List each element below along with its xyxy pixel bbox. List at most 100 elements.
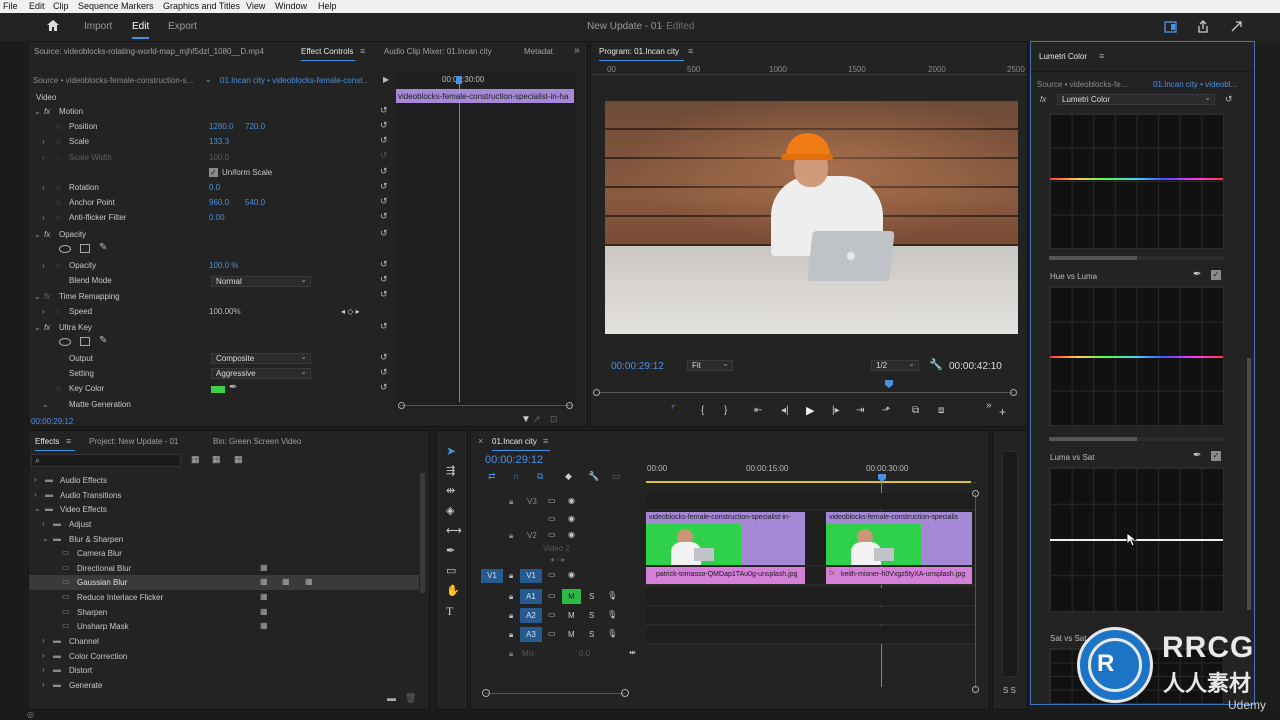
video-frame[interactable]: [605, 101, 1018, 334]
tree-item-adjust[interactable]: › ▬ Adjust: [29, 517, 421, 532]
captions-icon[interactable]: ▭: [612, 471, 621, 482]
program-title[interactable]: Program: 01.Incan city: [599, 47, 679, 56]
scrub-handle-left[interactable]: [593, 389, 600, 396]
timeline-tab[interactable]: 01.Incan city: [492, 437, 537, 446]
tab-source[interactable]: Source: videoblocks-rotating-world-map_m…: [34, 47, 264, 56]
tab-metadata[interactable]: Metadat: [524, 47, 553, 56]
menu-icon[interactable]: ≡: [66, 436, 71, 446]
reset-icon[interactable]: ↺: [1225, 94, 1233, 105]
scrollbar-h[interactable]: [1049, 256, 1224, 260]
scrub-bar[interactable]: [599, 392, 1013, 393]
pen-mask-icon[interactable]: ✎: [99, 335, 107, 346]
pen-tool-icon[interactable]: ✒: [446, 544, 455, 557]
reset-icon[interactable]: ↺: [380, 321, 388, 332]
time-remapping-row[interactable]: ⌄ fx Time Remapping: [29, 289, 394, 304]
solo-labels[interactable]: S S: [1003, 686, 1016, 695]
lumetri-effect-select[interactable]: Lumetri Color: [1057, 93, 1215, 105]
selection-tool-icon[interactable]: ➤: [446, 444, 456, 458]
tree-item-reduce-interlace-flicker[interactable]: ▭ Reduce Interlace Flicker ▦: [29, 590, 421, 605]
menu-icon[interactable]: ≡: [1099, 51, 1104, 61]
vscroll-handle-top[interactable]: [972, 490, 979, 497]
effects-scrollbar[interactable]: [420, 473, 425, 593]
anti-flicker-row[interactable]: › ◌ Anti-flicker Filter 0.00: [29, 210, 394, 225]
extract-icon[interactable]: ⧉: [912, 405, 919, 416]
position-row[interactable]: ◌ Position 1280.0 720.0: [29, 119, 394, 134]
track-a1[interactable]: 🔒︎ A1 ▭ M S 🎙︎: [471, 588, 646, 605]
ellipse-mask-icon[interactable]: [59, 338, 71, 346]
hue-vs-luma-graph[interactable]: [1049, 286, 1224, 426]
lift-icon[interactable]: ⬏: [882, 405, 890, 416]
lane-a3[interactable]: [646, 626, 976, 644]
reset-icon[interactable]: ↺: [380, 367, 388, 378]
timeline-zoom-bar[interactable]: [485, 693, 625, 694]
solo-button-a1[interactable]: S: [589, 592, 594, 601]
track-a3[interactable]: 🔒︎ A3 ▭ M S 🎙︎: [471, 626, 646, 643]
go-to-out-point-icon[interactable]: ⇥: [856, 405, 864, 416]
tree-item-video-effects[interactable]: ⌄ ▬ Video Effects: [29, 502, 421, 517]
rectangle-mask-icon[interactable]: [80, 244, 90, 253]
fullscreen-icon[interactable]: [1230, 20, 1243, 33]
scrub-handle-right[interactable]: [1010, 389, 1017, 396]
eyedropper-icon[interactable]: ✒: [1193, 450, 1201, 461]
luma-vs-sat-checkbox[interactable]: ✓: [1211, 451, 1221, 461]
tab-audio-clip-mixer[interactable]: Audio Clip Mixer: 01.Incan city: [384, 47, 492, 56]
clip-v2-1[interactable]: videoblocks-female-construction-speciali…: [646, 512, 805, 565]
tab-effect-controls[interactable]: Effect Controls: [301, 47, 353, 56]
curve-graph-1[interactable]: [1049, 113, 1224, 249]
reset-icon[interactable]: ↺: [380, 211, 388, 222]
scale-row[interactable]: › ◌ Scale 133.3: [29, 134, 394, 149]
tab-effects[interactable]: Effects: [35, 437, 59, 446]
filter-icon[interactable]: ▼: [521, 414, 531, 425]
eyedropper-icon[interactable]: ✒: [229, 382, 237, 393]
anchor-point-row[interactable]: ◌ Anchor Point 960.0 540.0: [29, 195, 394, 210]
zoom-handle-left[interactable]: [482, 689, 490, 697]
effect-timeline[interactable]: 00:00:30:00 videoblocks-female-construct…: [396, 72, 576, 409]
go-to-in-icon[interactable]: }: [724, 405, 727, 416]
resolution-select[interactable]: 1/2: [871, 359, 919, 371]
menu-icon[interactable]: ≡: [543, 436, 548, 446]
key-color-swatch[interactable]: [211, 386, 225, 393]
step-forward-icon[interactable]: |▸: [832, 405, 840, 416]
type-tool-icon[interactable]: T: [446, 604, 453, 619]
pen-mask-icon[interactable]: ✎: [99, 242, 107, 253]
lane-a2[interactable]: [646, 607, 976, 625]
reset-icon[interactable]: ↺: [380, 181, 388, 192]
yuv-effects-icon[interactable]: ▦: [234, 454, 243, 465]
speed-row[interactable]: › ◌ Speed 100.00% ◂ ◇ ▸: [29, 304, 394, 319]
reset-icon[interactable]: ↺: [380, 135, 388, 146]
program-timecode[interactable]: 00:00:29:12: [611, 361, 664, 372]
scrollbar-h[interactable]: [1049, 437, 1224, 441]
tab-import[interactable]: Import: [84, 21, 112, 32]
timeline-vscroll[interactable]: [975, 493, 976, 688]
reset-icon[interactable]: ↺: [380, 166, 388, 177]
export-frame-icon[interactable]: ↗: [533, 414, 541, 425]
ellipse-mask-icon[interactable]: [59, 245, 71, 253]
zoom-handle-right[interactable]: [621, 689, 629, 697]
lumetri-sequence[interactable]: 01.Incan city • videobl...: [1153, 80, 1237, 89]
clip-v1-2[interactable]: fx keith-misner-h0Vxgz5tyXA-unsplash.jpg: [826, 567, 972, 584]
lane-v3[interactable]: [646, 493, 976, 510]
settings-wrench-icon[interactable]: 🔧: [588, 471, 599, 482]
playhead-marker[interactable]: [456, 76, 462, 84]
razor-tool-icon[interactable]: ◈: [446, 504, 454, 517]
tree-item-sharpen[interactable]: ▭ Sharpen ▦: [29, 605, 421, 620]
accelerated-effects-icon[interactable]: ▦: [191, 454, 200, 465]
new-bin-icon[interactable]: ▬: [387, 693, 396, 703]
snap-icon[interactable]: ∩: [513, 471, 519, 481]
menu-view[interactable]: View: [246, 1, 265, 11]
add-marker-icon[interactable]: ◆: [565, 471, 572, 482]
share-icon[interactable]: [1197, 20, 1209, 33]
ripple-edit-tool-icon[interactable]: ⇹: [446, 484, 455, 497]
solo-button-a3[interactable]: S: [589, 630, 594, 639]
mark-in-icon[interactable]: ⌜: [671, 405, 676, 416]
menu-markers[interactable]: Markers: [121, 1, 154, 11]
track-select-tool-icon[interactable]: ⇶: [446, 464, 455, 477]
motion-row[interactable]: ⌄ fx Motion: [29, 104, 394, 119]
tab-export[interactable]: Export: [168, 21, 197, 32]
reset-icon[interactable]: ↺: [380, 196, 388, 207]
mute-button-a3[interactable]: M: [568, 630, 575, 639]
sequence-label[interactable]: 01.Incan city • videoblocks-female-const…: [220, 76, 369, 85]
export-frame-icon[interactable]: ⧈: [938, 405, 944, 416]
lumetri-title[interactable]: Lumetri Color: [1039, 52, 1087, 61]
mic-icon[interactable]: 🎙︎: [607, 610, 617, 619]
